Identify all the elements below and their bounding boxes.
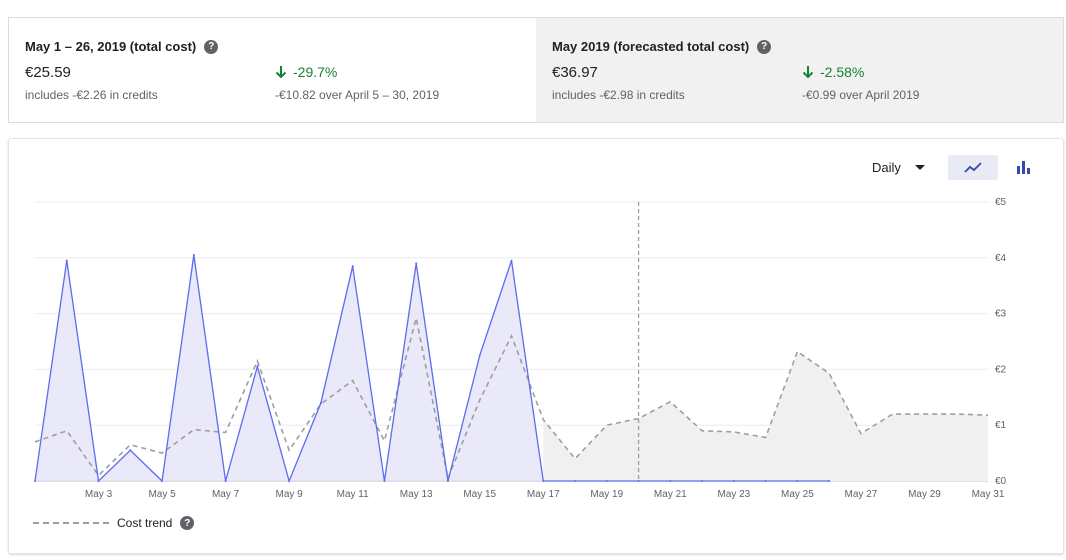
forecast-change: -2.58%: [802, 64, 864, 80]
actual-cost-point: [637, 480, 640, 482]
forecast-change-detail: -€0.99 over April 2019: [802, 88, 920, 102]
forecast-area: [543, 351, 988, 481]
actual-cost-point: [256, 365, 259, 368]
help-icon[interactable]: ?: [204, 39, 219, 54]
actual-cost-point: [605, 480, 608, 482]
y-tick-label: €3: [995, 309, 1007, 320]
x-tick-label: May 11: [337, 489, 369, 500]
actual-cost-point: [415, 262, 418, 265]
actual-cost-point: [510, 259, 513, 262]
cost-chart[interactable]: €0 €1 €2 €3 €4 €5 May 3 May 5 May 7 May 9 May 11 Ma…: [9, 139, 1063, 509]
forecast-change-percent: -2.58%: [820, 64, 865, 80]
forecast-cost-title-text: May 2019 (forecasted total cost): [552, 39, 750, 54]
y-tick-label: €2: [995, 364, 1007, 375]
current-cost-panel: May 1 – 26, 2019 (total cost) ? €25.59 i…: [9, 18, 536, 122]
current-change-detail: -€10.82 over April 5 – 30, 2019: [275, 88, 440, 102]
x-tick-label: May 19: [590, 489, 623, 500]
actual-cost-point: [574, 480, 577, 482]
current-cost-value: €25.59: [25, 64, 71, 81]
actual-cost-point: [65, 259, 68, 262]
x-tick-label: May 15: [463, 489, 496, 500]
x-tick-label: May 13: [400, 489, 433, 500]
x-tick-label: May 23: [717, 489, 750, 500]
cost-summary: May 1 – 26, 2019 (total cost) ? €25.59 i…: [8, 17, 1064, 123]
current-cost-title-text: May 1 – 26, 2019 (total cost): [25, 39, 197, 54]
actual-cost-point: [542, 480, 545, 482]
actual-cost-point: [764, 480, 767, 482]
actual-cost-point: [796, 480, 799, 482]
actual-cost-point: [669, 480, 672, 482]
x-tick-label: May 29: [908, 489, 941, 500]
x-tick-label: May 9: [276, 489, 304, 500]
arrow-down-icon: [275, 66, 287, 79]
forecast-credits-note: includes -€2.98 in credits: [552, 88, 685, 102]
actual-cost-point: [161, 480, 164, 482]
current-credits-note: includes -€2.26 in credits: [25, 88, 158, 102]
cost-trend-legend-label: Cost trend: [117, 516, 173, 530]
arrow-down-icon: [802, 66, 814, 79]
actual-cost-point: [351, 265, 354, 268]
x-tick-label: May 17: [527, 489, 560, 500]
x-tick-label: May 5: [148, 489, 176, 500]
actual-cost-point: [701, 480, 704, 482]
actual-cost-point: [478, 354, 481, 357]
x-tick-label: May 7: [212, 489, 240, 500]
x-tick-label: May 31: [972, 489, 1005, 500]
help-icon[interactable]: ?: [180, 516, 195, 530]
x-tick-label: May 21: [654, 489, 687, 500]
x-tick-label: May 25: [781, 489, 814, 500]
actual-cost-point: [446, 480, 449, 482]
x-tick-label: May 27: [845, 489, 878, 500]
actual-cost-point: [383, 480, 386, 482]
actual-cost-point: [319, 401, 322, 404]
current-cost-title: May 1 – 26, 2019 (total cost) ?: [25, 39, 219, 54]
y-tick-label: €4: [995, 253, 1007, 264]
forecast-cost-value: €36.97: [552, 64, 598, 81]
cost-chart-card: Daily €0 €1 €2 €3 €4 €5 May 3 May 5 May 7 May 9 Ma…: [8, 138, 1064, 554]
forecast-cost-panel: May 2019 (forecasted total cost) ? €36.9…: [536, 18, 1063, 122]
actual-cost-point: [224, 480, 227, 482]
y-tick-label: €5: [995, 197, 1007, 208]
actual-cost-point: [192, 254, 195, 257]
chart-legend: Cost trend ?: [33, 516, 195, 530]
actual-cost-point: [828, 480, 831, 482]
actual-cost-point: [97, 480, 100, 482]
actual-cost-point: [288, 480, 291, 482]
current-change: -29.7%: [275, 64, 337, 80]
y-tick-label: €0: [995, 476, 1007, 487]
x-tick-label: May 3: [85, 489, 113, 500]
current-change-percent: -29.7%: [293, 64, 338, 80]
actual-cost-point: [732, 480, 735, 482]
actual-cost-point: [34, 480, 36, 482]
actual-cost-point: [129, 449, 132, 452]
y-tick-label: €1: [995, 420, 1007, 431]
forecast-cost-title: May 2019 (forecasted total cost) ?: [552, 39, 772, 54]
help-icon[interactable]: ?: [757, 39, 772, 54]
cost-trend-legend-swatch: [33, 522, 109, 524]
